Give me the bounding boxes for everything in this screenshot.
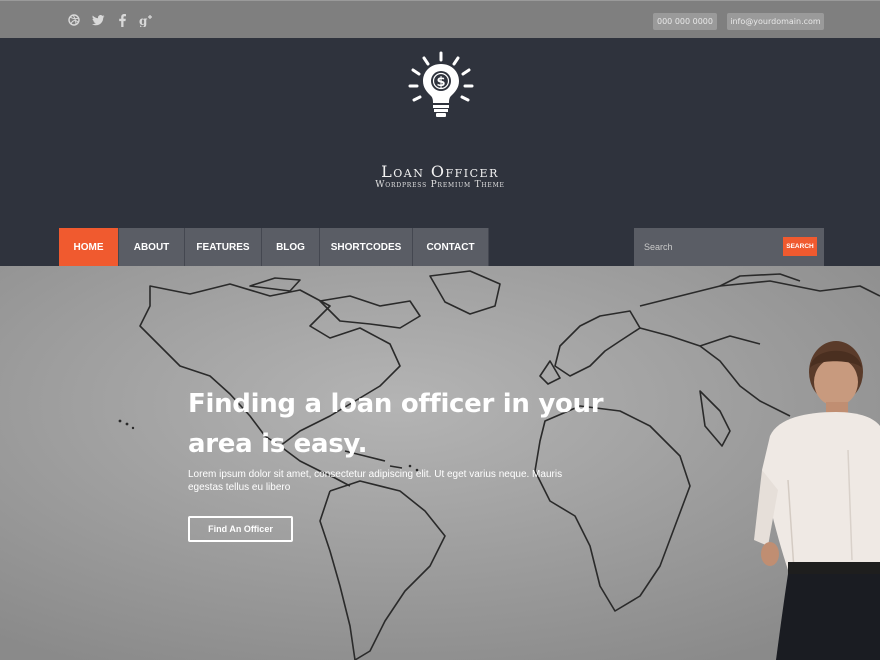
nav-item-contact[interactable]: CONTACT — [413, 228, 489, 266]
nav-item-about[interactable]: ABOUT — [119, 228, 185, 266]
nav-item-home[interactable]: HOME — [59, 228, 119, 266]
email-badge[interactable]: info@yourdomain.com — [727, 13, 824, 30]
top-bar: g 000 000 0000 info@yourdomain.com — [0, 0, 880, 38]
nav-item-features[interactable]: FEATURES — [185, 228, 262, 266]
search-button[interactable]: SEARCH — [783, 237, 817, 256]
twitter-icon[interactable] — [90, 12, 106, 28]
search-input[interactable] — [634, 228, 780, 266]
site-title[interactable]: Loan Officer — [0, 162, 880, 181]
lightbulb-dollar-logo-icon[interactable]: $ — [404, 50, 478, 124]
nav-item-shortcodes[interactable]: SHORTCODES — [320, 228, 413, 266]
nav-item-blog[interactable]: BLOG — [262, 228, 320, 266]
site-tagline: Wordpress Premium Theme — [375, 180, 505, 190]
hero-heading: Finding a loan officer in your area is e… — [188, 389, 604, 459]
social-links: g — [66, 12, 154, 28]
search-box: SEARCH — [634, 228, 824, 266]
phone-badge[interactable]: 000 000 0000 — [653, 13, 717, 30]
hero-banner: Finding a loan officer in your area is e… — [0, 266, 880, 660]
main-nav: HOME ABOUT FEATURES BLOG SHORTCODES CONT… — [59, 228, 489, 266]
google-plus-icon[interactable]: g — [138, 12, 154, 28]
hero-description: Lorem ipsum dolor sit amet, consectetur … — [188, 469, 563, 493]
businessman-image — [754, 341, 880, 660]
dribbble-icon[interactable] — [66, 12, 82, 28]
facebook-icon[interactable] — [114, 12, 130, 28]
svg-text:$: $ — [436, 75, 445, 90]
find-officer-button[interactable]: Find An Officer — [188, 516, 293, 542]
svg-text:g: g — [139, 14, 148, 27]
